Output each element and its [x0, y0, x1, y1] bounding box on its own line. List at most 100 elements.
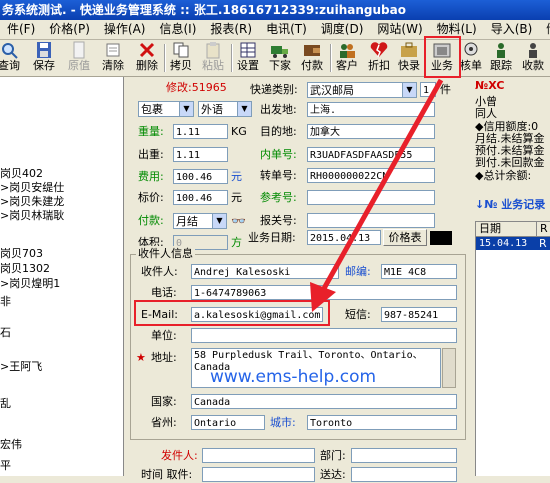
- sms-field[interactable]: 987-85241: [381, 307, 457, 322]
- menu-operation[interactable]: 操作(A): [97, 20, 153, 39]
- menu-website[interactable]: 网站(W): [370, 20, 429, 39]
- settings-button[interactable]: 设置: [233, 41, 263, 75]
- track-button[interactable]: 跟踪: [486, 41, 516, 75]
- delete-button[interactable]: 删除: [132, 41, 162, 75]
- origin-label: 出发地:: [260, 103, 297, 116]
- menu-import[interactable]: 导入(B): [484, 20, 540, 39]
- count-field[interactable]: 1: [420, 82, 436, 97]
- email-highlight-box: [134, 300, 330, 326]
- menu-dispatch[interactable]: 调度(D): [314, 20, 371, 39]
- weight-field[interactable]: 1.11: [173, 124, 228, 139]
- fee-field[interactable]: 100.46: [173, 169, 228, 184]
- tree-item[interactable]: 乱: [0, 397, 11, 411]
- tree-item[interactable]: 岗贝402: [0, 167, 43, 181]
- clear-button[interactable]: 清除: [98, 41, 128, 75]
- collect-icon: [529, 43, 537, 58]
- company-field[interactable]: [191, 328, 457, 343]
- track-icon: [497, 43, 505, 58]
- menu-telecom[interactable]: 电讯(T): [259, 20, 314, 39]
- sender-field[interactable]: [202, 448, 315, 463]
- customer-button[interactable]: 客户: [332, 41, 362, 75]
- col-date-header[interactable]: 日期: [479, 222, 501, 236]
- chevron-down-icon: ▼: [179, 102, 193, 116]
- inner-number-field[interactable]: R3UADFASDFAASDF55: [307, 147, 435, 162]
- department-label: 部门:: [320, 449, 346, 462]
- list-price-field[interactable]: 100.46: [173, 190, 228, 205]
- business-date-label: 业务日期:: [248, 231, 296, 244]
- menu-file[interactable]: 件(F): [0, 20, 42, 39]
- copy-button[interactable]: 拷贝: [166, 41, 196, 75]
- payment-select[interactable]: 月结 ▼: [173, 213, 227, 229]
- menu-report[interactable]: 报表(R): [203, 20, 259, 39]
- tree-item[interactable]: 平: [0, 459, 11, 473]
- downstream-button[interactable]: 下家: [265, 41, 295, 75]
- out-weight-field[interactable]: 1.11: [173, 147, 228, 162]
- menu-storage[interactable]: 储运: [539, 20, 550, 39]
- pack-type-select[interactable]: 包裹 ▼: [138, 101, 194, 117]
- search-icon: [2, 43, 18, 59]
- company-label: 单位:: [151, 329, 177, 342]
- sender-label: 发件人:: [161, 449, 198, 462]
- tree-item[interactable]: 岗贝1302: [0, 262, 50, 276]
- col-r-header[interactable]: R: [536, 222, 548, 236]
- records-table[interactable]: 日期 R 15.04.13 R: [475, 221, 550, 476]
- country-label: 国家:: [151, 395, 177, 408]
- paste-button[interactable]: 粘贴: [198, 41, 228, 75]
- menu-price[interactable]: 价格(P): [42, 20, 97, 39]
- phone-field[interactable]: 1-6474789063: [191, 285, 457, 300]
- fee-label: 费用:: [138, 170, 164, 183]
- payment-button[interactable]: 付款: [297, 41, 327, 75]
- original-value-button[interactable]: 原值: [64, 41, 94, 75]
- transfer-number-field[interactable]: RH000000022CN: [307, 168, 435, 183]
- province-field[interactable]: Ontario: [191, 415, 265, 430]
- postcode-field[interactable]: M1E 4C8: [381, 264, 457, 279]
- list-price-label: 标价:: [138, 191, 164, 204]
- receiver-field[interactable]: Andrej Kalesoski: [191, 264, 339, 279]
- customer-code: №XC: [475, 79, 505, 92]
- delivery-field[interactable]: [351, 467, 457, 482]
- discount-button[interactable]: 折扣: [364, 41, 394, 75]
- address-label: 地址:: [151, 351, 177, 364]
- express-type-select[interactable]: 武汉邮局 ▼: [307, 82, 417, 98]
- pickup-time-field[interactable]: [202, 467, 315, 482]
- window-title-bar: 务系统测试. - 快递业务管理系统 :: 张工.18616712339:zuih…: [0, 0, 550, 20]
- watermark: www.ems-help.com: [210, 367, 377, 387]
- required-star-icon: ★: [136, 351, 146, 364]
- tree-item[interactable]: >王阿飞: [0, 360, 42, 374]
- tree-item[interactable]: 石: [0, 326, 11, 340]
- quick-entry-button[interactable]: 快录: [394, 41, 424, 75]
- fee-unit: 元: [231, 170, 242, 183]
- address-scrollbar[interactable]: [442, 348, 456, 388]
- language-select[interactable]: 外语 ▼: [198, 101, 252, 117]
- city-field[interactable]: Toronto: [307, 415, 457, 430]
- tree-item[interactable]: 宏伟: [0, 438, 22, 452]
- tree-item[interactable]: >岗贝安缇仕: [0, 181, 64, 195]
- glasses-icon[interactable]: 👓: [231, 213, 246, 229]
- menu-info[interactable]: 信息(I): [152, 20, 203, 39]
- customer-tree[interactable]: 岗贝402 >岗贝安缇仕 >岗贝朱建龙 >岗贝林瑞耿 岗贝703 岗贝1302 …: [0, 77, 124, 476]
- reference-number-field[interactable]: [307, 190, 435, 205]
- paste-icon: [206, 42, 220, 59]
- payment-label: 付款:: [138, 214, 164, 227]
- wallet-icon: [304, 45, 320, 56]
- express-type-label: 快递类别:: [250, 83, 298, 96]
- price-table-button[interactable]: 价格表: [383, 229, 427, 246]
- origin-field[interactable]: 上海.: [307, 102, 435, 117]
- toolbar: 查询 保存 原值 清除 删除 拷贝 粘贴 设置 下家 付款 客户 折扣 快录 业…: [0, 40, 550, 77]
- tree-item[interactable]: 非: [0, 295, 11, 309]
- people-icon: [340, 44, 355, 58]
- out-weight-label: 出重:: [138, 148, 164, 161]
- business-date-field[interactable]: 2015.04.13: [307, 230, 381, 245]
- query-button[interactable]: 查询: [0, 41, 24, 75]
- customs-number-field[interactable]: [307, 213, 435, 228]
- table-row[interactable]: 15.04.13 R: [476, 237, 550, 250]
- tree-item[interactable]: >岗贝林瑞耿: [0, 209, 64, 223]
- save-button[interactable]: 保存: [29, 41, 59, 75]
- tree-item[interactable]: >岗贝朱建龙: [0, 195, 64, 209]
- country-field[interactable]: Canada: [191, 394, 457, 409]
- collect-button[interactable]: 收款: [518, 41, 548, 75]
- tree-item[interactable]: 岗贝703: [0, 247, 43, 261]
- department-field[interactable]: [351, 448, 457, 463]
- tree-item[interactable]: >岗贝煌明1: [0, 277, 60, 291]
- destination-field[interactable]: 加拿大: [307, 124, 435, 139]
